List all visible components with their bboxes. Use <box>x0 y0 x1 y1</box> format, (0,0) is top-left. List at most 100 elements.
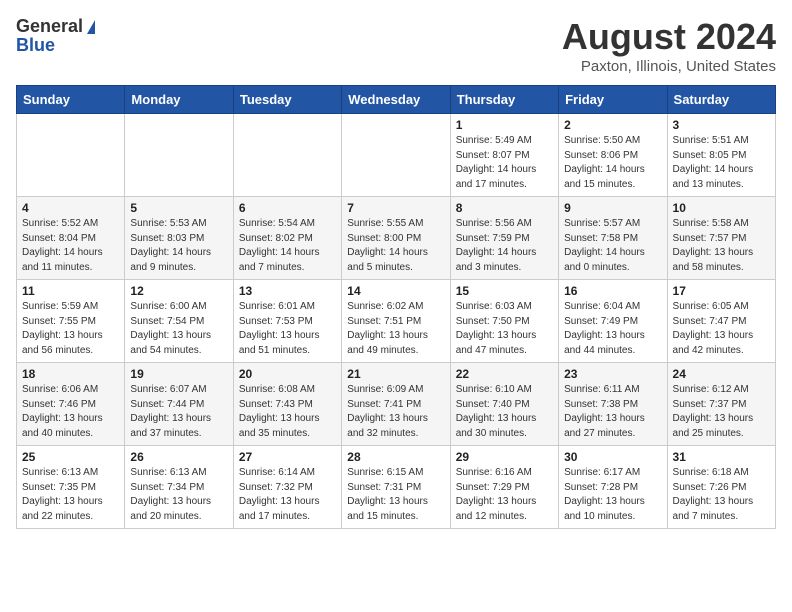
table-row: 11 Sunrise: 5:59 AMSunset: 7:55 PMDaylig… <box>17 280 125 363</box>
col-sunday: Sunday <box>17 86 125 114</box>
day-info: Sunrise: 6:18 AMSunset: 7:26 PMDaylight:… <box>673 466 770 524</box>
day-number: 7 <box>347 201 444 215</box>
table-row: 10 Sunrise: 5:58 AMSunset: 7:57 PMDaylig… <box>667 197 775 280</box>
col-monday: Monday <box>125 86 233 114</box>
day-number: 28 <box>347 450 444 464</box>
day-number: 24 <box>673 367 770 381</box>
day-info: Sunrise: 6:16 AMSunset: 7:29 PMDaylight:… <box>456 466 553 524</box>
day-number: 13 <box>239 284 336 298</box>
day-info: Sunrise: 5:56 AMSunset: 7:59 PMDaylight:… <box>456 217 553 275</box>
day-info: Sunrise: 6:08 AMSunset: 7:43 PMDaylight:… <box>239 383 336 441</box>
table-row: 8 Sunrise: 5:56 AMSunset: 7:59 PMDayligh… <box>450 197 558 280</box>
table-row: 12 Sunrise: 6:00 AMSunset: 7:54 PMDaylig… <box>125 280 233 363</box>
day-number: 10 <box>673 201 770 215</box>
day-info: Sunrise: 5:50 AMSunset: 8:06 PMDaylight:… <box>564 134 661 192</box>
day-number: 14 <box>347 284 444 298</box>
table-row: 25 Sunrise: 6:13 AMSunset: 7:35 PMDaylig… <box>17 446 125 529</box>
day-number: 8 <box>456 201 553 215</box>
col-tuesday: Tuesday <box>233 86 341 114</box>
day-info: Sunrise: 6:12 AMSunset: 7:37 PMDaylight:… <box>673 383 770 441</box>
day-info: Sunrise: 5:51 AMSunset: 8:05 PMDaylight:… <box>673 134 770 192</box>
calendar-table: Sunday Monday Tuesday Wednesday Thursday… <box>16 85 776 529</box>
day-number: 26 <box>130 450 227 464</box>
table-row: 5 Sunrise: 5:53 AMSunset: 8:03 PMDayligh… <box>125 197 233 280</box>
table-row: 31 Sunrise: 6:18 AMSunset: 7:26 PMDaylig… <box>667 446 775 529</box>
day-number: 17 <box>673 284 770 298</box>
day-info: Sunrise: 6:06 AMSunset: 7:46 PMDaylight:… <box>22 383 119 441</box>
logo: General Blue <box>16 16 95 56</box>
calendar-title: August 2024 <box>562 16 776 58</box>
day-info: Sunrise: 5:55 AMSunset: 8:00 PMDaylight:… <box>347 217 444 275</box>
day-number: 4 <box>22 201 119 215</box>
day-number: 5 <box>130 201 227 215</box>
day-number: 2 <box>564 118 661 132</box>
table-row: 18 Sunrise: 6:06 AMSunset: 7:46 PMDaylig… <box>17 363 125 446</box>
table-row: 22 Sunrise: 6:10 AMSunset: 7:40 PMDaylig… <box>450 363 558 446</box>
table-row: 14 Sunrise: 6:02 AMSunset: 7:51 PMDaylig… <box>342 280 450 363</box>
calendar-week-3: 11 Sunrise: 5:59 AMSunset: 7:55 PMDaylig… <box>17 280 776 363</box>
day-info: Sunrise: 6:13 AMSunset: 7:34 PMDaylight:… <box>130 466 227 524</box>
day-info: Sunrise: 5:59 AMSunset: 7:55 PMDaylight:… <box>22 300 119 358</box>
calendar-header-row: Sunday Monday Tuesday Wednesday Thursday… <box>17 86 776 114</box>
col-friday: Friday <box>559 86 667 114</box>
table-row: 3 Sunrise: 5:51 AMSunset: 8:05 PMDayligh… <box>667 114 775 197</box>
day-number: 21 <box>347 367 444 381</box>
table-row: 23 Sunrise: 6:11 AMSunset: 7:38 PMDaylig… <box>559 363 667 446</box>
day-info: Sunrise: 5:57 AMSunset: 7:58 PMDaylight:… <box>564 217 661 275</box>
day-info: Sunrise: 6:04 AMSunset: 7:49 PMDaylight:… <box>564 300 661 358</box>
table-row: 26 Sunrise: 6:13 AMSunset: 7:34 PMDaylig… <box>125 446 233 529</box>
day-number: 19 <box>130 367 227 381</box>
logo-general-text: General <box>16 16 83 37</box>
logo-triangle-icon <box>87 20 95 34</box>
day-info: Sunrise: 5:49 AMSunset: 8:07 PMDaylight:… <box>456 134 553 192</box>
day-number: 31 <box>673 450 770 464</box>
calendar-subtitle: Paxton, Illinois, United States <box>562 58 776 75</box>
table-row <box>125 114 233 197</box>
day-info: Sunrise: 5:54 AMSunset: 8:02 PMDaylight:… <box>239 217 336 275</box>
day-info: Sunrise: 6:01 AMSunset: 7:53 PMDaylight:… <box>239 300 336 358</box>
day-number: 27 <box>239 450 336 464</box>
table-row: 28 Sunrise: 6:15 AMSunset: 7:31 PMDaylig… <box>342 446 450 529</box>
table-row <box>233 114 341 197</box>
day-info: Sunrise: 5:53 AMSunset: 8:03 PMDaylight:… <box>130 217 227 275</box>
table-row: 6 Sunrise: 5:54 AMSunset: 8:02 PMDayligh… <box>233 197 341 280</box>
table-row: 29 Sunrise: 6:16 AMSunset: 7:29 PMDaylig… <box>450 446 558 529</box>
calendar-week-4: 18 Sunrise: 6:06 AMSunset: 7:46 PMDaylig… <box>17 363 776 446</box>
logo-blue-text: Blue <box>16 35 55 56</box>
table-row <box>342 114 450 197</box>
day-info: Sunrise: 6:17 AMSunset: 7:28 PMDaylight:… <box>564 466 661 524</box>
table-row: 19 Sunrise: 6:07 AMSunset: 7:44 PMDaylig… <box>125 363 233 446</box>
table-row: 13 Sunrise: 6:01 AMSunset: 7:53 PMDaylig… <box>233 280 341 363</box>
day-number: 18 <box>22 367 119 381</box>
day-info: Sunrise: 6:15 AMSunset: 7:31 PMDaylight:… <box>347 466 444 524</box>
table-row <box>17 114 125 197</box>
title-block: August 2024 Paxton, Illinois, United Sta… <box>562 16 776 75</box>
day-info: Sunrise: 6:09 AMSunset: 7:41 PMDaylight:… <box>347 383 444 441</box>
day-number: 6 <box>239 201 336 215</box>
calendar-week-2: 4 Sunrise: 5:52 AMSunset: 8:04 PMDayligh… <box>17 197 776 280</box>
day-info: Sunrise: 6:11 AMSunset: 7:38 PMDaylight:… <box>564 383 661 441</box>
day-number: 23 <box>564 367 661 381</box>
day-info: Sunrise: 6:14 AMSunset: 7:32 PMDaylight:… <box>239 466 336 524</box>
day-info: Sunrise: 5:52 AMSunset: 8:04 PMDaylight:… <box>22 217 119 275</box>
day-info: Sunrise: 6:03 AMSunset: 7:50 PMDaylight:… <box>456 300 553 358</box>
table-row: 1 Sunrise: 5:49 AMSunset: 8:07 PMDayligh… <box>450 114 558 197</box>
table-row: 27 Sunrise: 6:14 AMSunset: 7:32 PMDaylig… <box>233 446 341 529</box>
page-header: General Blue August 2024 Paxton, Illinoi… <box>16 16 776 75</box>
day-number: 20 <box>239 367 336 381</box>
col-saturday: Saturday <box>667 86 775 114</box>
day-number: 22 <box>456 367 553 381</box>
table-row: 17 Sunrise: 6:05 AMSunset: 7:47 PMDaylig… <box>667 280 775 363</box>
day-number: 16 <box>564 284 661 298</box>
table-row: 24 Sunrise: 6:12 AMSunset: 7:37 PMDaylig… <box>667 363 775 446</box>
day-number: 1 <box>456 118 553 132</box>
day-info: Sunrise: 6:07 AMSunset: 7:44 PMDaylight:… <box>130 383 227 441</box>
day-info: Sunrise: 6:10 AMSunset: 7:40 PMDaylight:… <box>456 383 553 441</box>
table-row: 15 Sunrise: 6:03 AMSunset: 7:50 PMDaylig… <box>450 280 558 363</box>
day-info: Sunrise: 6:13 AMSunset: 7:35 PMDaylight:… <box>22 466 119 524</box>
table-row: 9 Sunrise: 5:57 AMSunset: 7:58 PMDayligh… <box>559 197 667 280</box>
day-number: 30 <box>564 450 661 464</box>
calendar-week-5: 25 Sunrise: 6:13 AMSunset: 7:35 PMDaylig… <box>17 446 776 529</box>
day-number: 15 <box>456 284 553 298</box>
table-row: 20 Sunrise: 6:08 AMSunset: 7:43 PMDaylig… <box>233 363 341 446</box>
